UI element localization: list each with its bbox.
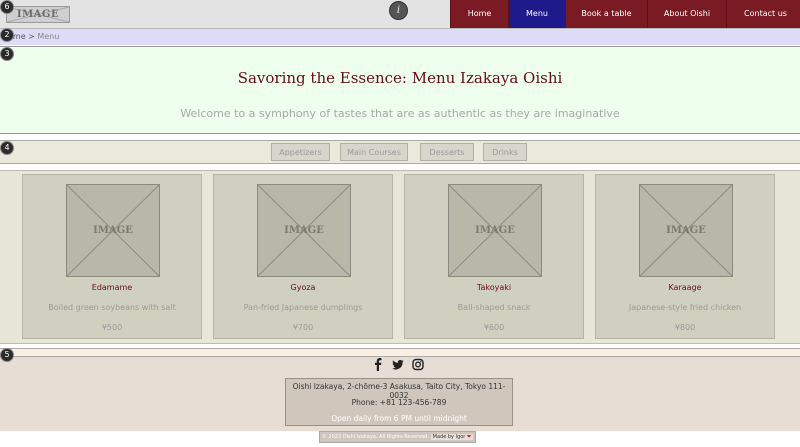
- site-header: IMAGE i Home Menu Book a table About Ois…: [0, 0, 800, 29]
- breadcrumb-current: Menu: [37, 32, 60, 41]
- page-title: Savoring the Essence: Menu Izakaya Oishi: [237, 69, 563, 87]
- copyright-text: © 2023 Oishi Izakaya. All Rights Reserve…: [321, 434, 430, 440]
- section-marker: 2: [0, 28, 14, 42]
- breadcrumb-separator: >: [28, 32, 35, 41]
- logo[interactable]: IMAGE: [6, 6, 70, 23]
- nav-contact[interactable]: Contact us: [726, 0, 800, 28]
- section-marker: 5: [0, 348, 14, 362]
- site-footer: Oishi Izakaya, 2-chōme-3 Asakusa, Taito …: [0, 356, 800, 431]
- menu-card[interactable]: IMAGE Karaage Japanese-style fried chick…: [595, 174, 775, 339]
- menu-card[interactable]: IMAGE Gyoza Pan-fried Japanese dumplings…: [213, 174, 393, 339]
- menu-items-grid: IMAGE Edamame Boiled green soybeans with…: [0, 170, 800, 344]
- menu-item-description: Japanese-style fried chicken: [628, 303, 742, 312]
- hero-section: Savoring the Essence: Menu Izakaya Oishi…: [0, 46, 800, 134]
- menu-item-price: ¥800: [674, 323, 696, 332]
- menu-item-name: Takoyaki: [476, 283, 512, 292]
- section-marker: 3: [0, 47, 14, 61]
- nav-book-a-table[interactable]: Book a table: [565, 0, 647, 28]
- social-links: [372, 358, 424, 371]
- menu-item-name: Gyoza: [290, 283, 316, 292]
- nav-menu[interactable]: Menu: [508, 0, 565, 28]
- image-placeholder-label: IMAGE: [284, 225, 324, 236]
- menu-item-image: IMAGE: [66, 184, 160, 277]
- copyright-bar: © 2023 Oishi Izakaya. All Rights Reserve…: [319, 431, 476, 443]
- contact-info: Oishi Izakaya, 2-chōme-3 Asakusa, Taito …: [285, 378, 513, 426]
- tab-appetizers[interactable]: Appetizers: [271, 143, 330, 161]
- section-marker: 6: [0, 0, 14, 14]
- tab-desserts[interactable]: Desserts: [420, 143, 474, 161]
- menu-category-tabs: Appetizers Main Courses Desserts Drinks: [0, 140, 800, 164]
- menu-item-name: Edamame: [91, 283, 133, 292]
- menu-item-name: Karaage: [668, 283, 702, 292]
- menu-item-description: Ball-shaped snack: [457, 303, 531, 312]
- info-icon[interactable]: i: [389, 1, 408, 20]
- instagram-icon[interactable]: [412, 358, 424, 371]
- menu-item-price: ¥500: [101, 323, 123, 332]
- menu-item-description: Boiled green soybeans with salt: [48, 303, 176, 312]
- nav-home[interactable]: Home: [450, 0, 508, 28]
- page-subtitle: Welcome to a symphony of tastes that are…: [180, 107, 620, 120]
- menu-item-image: IMAGE: [257, 184, 351, 277]
- twitter-icon[interactable]: [392, 358, 404, 371]
- section-marker: 4: [0, 141, 14, 155]
- menu-item-image: IMAGE: [448, 184, 542, 277]
- image-placeholder-label: IMAGE: [666, 225, 706, 236]
- breadcrumb: Home > Menu: [0, 29, 800, 45]
- image-placeholder-label: IMAGE: [93, 225, 133, 236]
- made-by-credit[interactable]: Made by Igor ❤: [430, 434, 474, 440]
- menu-card[interactable]: IMAGE Takoyaki Ball-shaped snack ¥600: [404, 174, 584, 339]
- menu-card[interactable]: IMAGE Edamame Boiled green soybeans with…: [22, 174, 202, 339]
- main-nav: Home Menu Book a table About Oishi Conta…: [450, 0, 800, 28]
- heart-icon: ❤: [466, 434, 472, 440]
- menu-item-image: IMAGE: [639, 184, 733, 277]
- facebook-icon[interactable]: [372, 358, 384, 371]
- tab-drinks[interactable]: Drinks: [483, 143, 527, 161]
- menu-item-description: Pan-fried Japanese dumplings: [243, 303, 363, 312]
- made-by-text: Made by Igor: [432, 434, 466, 440]
- menu-item-price: ¥700: [292, 323, 314, 332]
- nav-about[interactable]: About Oishi: [647, 0, 726, 28]
- menu-item-price: ¥600: [483, 323, 505, 332]
- logo-text: IMAGE: [16, 9, 60, 20]
- footer-phone[interactable]: Phone: +81 123-456-789: [286, 398, 512, 407]
- tab-main-courses[interactable]: Main Courses: [340, 143, 408, 161]
- footer-hours: Open daily from 6 PM until midnight: [331, 414, 467, 423]
- image-placeholder-label: IMAGE: [475, 225, 515, 236]
